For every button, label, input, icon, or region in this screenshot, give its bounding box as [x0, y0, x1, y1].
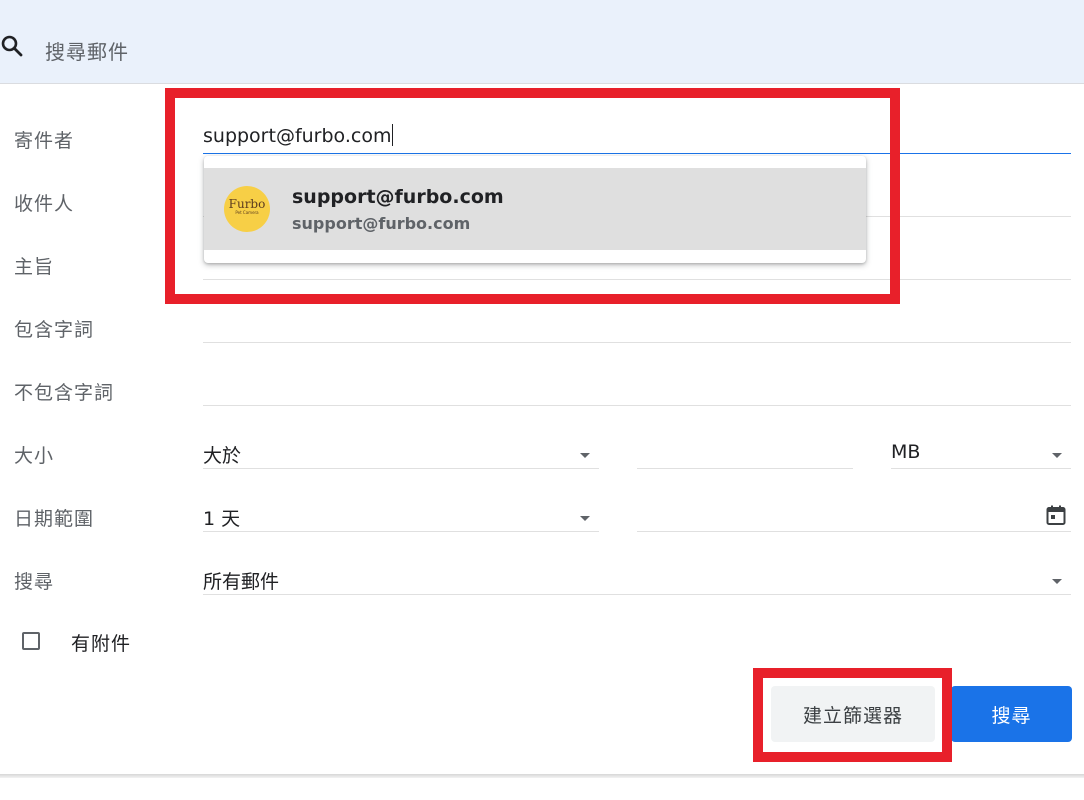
date-range-value: 1 天	[203, 508, 241, 530]
highlight-box-sender	[165, 88, 900, 304]
chevron-down-icon	[1052, 579, 1062, 584]
size-label: 大小	[14, 445, 55, 467]
search-in-label: 搜尋	[14, 571, 55, 593]
from-label: 寄件者	[14, 130, 75, 152]
to-label: 收件人	[14, 193, 75, 215]
size-operator-underline	[203, 468, 599, 469]
chevron-down-icon	[580, 453, 590, 458]
size-unit-underline	[891, 468, 1071, 469]
date-input[interactable]	[637, 531, 1071, 532]
highlight-box-filter-button	[753, 668, 952, 762]
size-value-input[interactable]	[637, 468, 853, 469]
search-in-value: 所有郵件	[203, 571, 280, 593]
chevron-down-icon	[580, 516, 590, 521]
date-range-underline	[203, 531, 599, 532]
not-words-input[interactable]	[203, 405, 1071, 406]
date-range-label: 日期範圍	[14, 508, 95, 530]
search-icon[interactable]	[0, 34, 24, 58]
chevron-down-icon	[1052, 453, 1062, 458]
has-words-input[interactable]	[203, 342, 1071, 343]
search-placeholder: 搜尋郵件	[45, 40, 129, 64]
panel-bottom-edge	[0, 774, 1084, 778]
has-attachment-label: 有附件	[71, 633, 132, 655]
not-words-label: 不包含字詞	[14, 382, 115, 404]
has-words-label: 包含字詞	[14, 319, 95, 341]
search-button[interactable]: 搜尋	[951, 686, 1072, 742]
size-unit-value: MB	[891, 441, 921, 463]
has-attachment-checkbox[interactable]	[22, 632, 40, 650]
subject-label: 主旨	[14, 256, 55, 278]
size-operator-value: 大於	[203, 445, 242, 467]
search-in-underline	[203, 594, 1071, 595]
calendar-icon[interactable]	[1044, 503, 1068, 527]
search-bar[interactable]: 搜尋郵件	[0, 0, 1084, 84]
